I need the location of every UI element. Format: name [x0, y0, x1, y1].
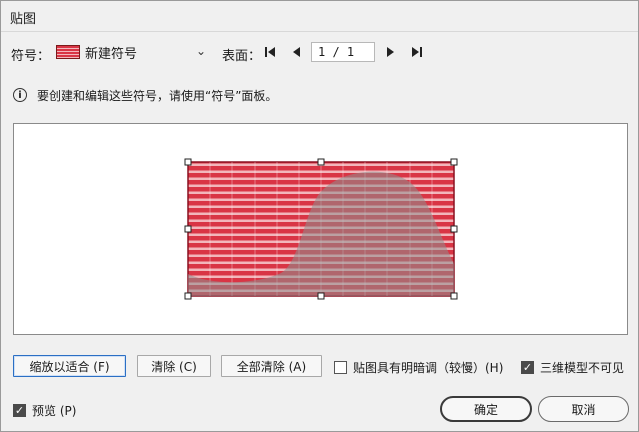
- triangle-left-icon: [293, 47, 300, 57]
- title-bar: 贴图: [1, 1, 638, 32]
- symbol-dropdown-value: 新建符号: [85, 46, 138, 62]
- triangle-right-icon: [387, 47, 394, 57]
- map-art-dialog: 贴图 符号： 新建符号 ⌄ 表面： 1 / 1 i 要创建和编辑这些符号，请使用…: [0, 0, 639, 432]
- clear-all-button[interactable]: 全部清除 (A): [221, 355, 322, 377]
- symbol-dropdown[interactable]: 新建符号 ⌄: [53, 41, 211, 63]
- cancel-button[interactable]: 取消: [538, 396, 629, 422]
- shade-artwork-label: 贴图具有明暗调（较慢）(H): [353, 361, 504, 375]
- skip-last-icon: [412, 47, 422, 57]
- previous-surface-button[interactable]: [289, 43, 305, 61]
- chevron-down-icon: ⌄: [195, 44, 206, 58]
- scale-to-fit-button[interactable]: 缩放以适合 (F): [13, 355, 126, 377]
- surface-preview: [184, 158, 458, 300]
- checkmark-icon: ✓: [13, 404, 26, 417]
- symbol-label: 符号：: [11, 49, 51, 64]
- clear-button[interactable]: 清除 (C): [137, 355, 211, 377]
- symbol-row: 符号： 新建符号 ⌄ 表面： 1 / 1: [1, 41, 638, 65]
- checkbox-icon: [334, 361, 347, 374]
- last-surface-button[interactable]: [409, 43, 425, 61]
- surface-label: 表面：: [222, 49, 262, 64]
- info-message: i 要创建和编辑这些符号，请使用“符号”面板。: [13, 87, 277, 103]
- info-text: 要创建和编辑这些符号，请使用“符号”面板。: [37, 88, 278, 103]
- first-surface-button[interactable]: [262, 43, 278, 61]
- symbol-swatch: [56, 45, 80, 59]
- surface-preview-canvas[interactable]: [13, 123, 628, 335]
- shade-artwork-checkbox[interactable]: 贴图具有明暗调（较慢）(H): [334, 359, 503, 376]
- checkmark-icon: ✓: [521, 361, 534, 374]
- ok-button[interactable]: 确定: [440, 396, 532, 422]
- invisible-geometry-checkbox[interactable]: ✓ 三维模型不可见: [521, 359, 624, 376]
- next-surface-button[interactable]: [382, 43, 398, 61]
- surface-page-field[interactable]: 1 / 1: [311, 42, 375, 62]
- preview-label: 预览 (P): [32, 404, 77, 418]
- dialog-title: 贴图: [10, 12, 37, 27]
- preview-checkbox[interactable]: ✓ 预览 (P): [13, 402, 76, 419]
- invisible-geometry-label: 三维模型不可见: [540, 361, 625, 375]
- info-icon: i: [13, 88, 27, 102]
- skip-first-icon: [265, 47, 275, 57]
